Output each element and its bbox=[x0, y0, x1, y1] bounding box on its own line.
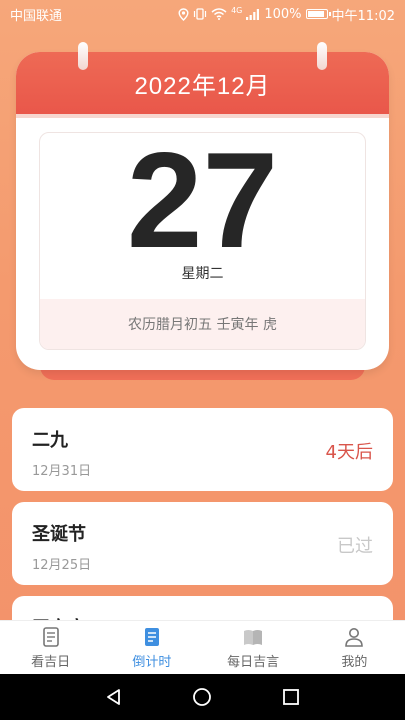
tab-label: 看吉日 bbox=[31, 654, 71, 670]
network-type-label: 4G bbox=[231, 5, 243, 15]
vibrate-icon bbox=[193, 8, 207, 20]
tab-label: 我的 bbox=[341, 654, 368, 670]
battery-percent: 100% bbox=[264, 6, 302, 22]
calendar-page: 27 星期二 农历腊月初五 壬寅年 虎 bbox=[39, 132, 366, 350]
tab-label: 倒计时 bbox=[132, 654, 172, 670]
calendar-card[interactable]: 2022年12月 27 星期二 农历腊月初五 壬寅年 虎 bbox=[16, 52, 389, 370]
item-title: 圣诞节 bbox=[32, 524, 86, 545]
signal-icon bbox=[246, 8, 260, 20]
location-icon bbox=[178, 7, 189, 21]
recent-apps-icon[interactable] bbox=[281, 687, 301, 707]
document-icon bbox=[42, 626, 59, 647]
list-document-icon bbox=[144, 627, 159, 646]
item-status: 4天后 bbox=[325, 442, 373, 463]
calendar-widget: 2022年12月 27 星期二 农历腊月初五 壬寅年 虎 bbox=[16, 42, 389, 382]
home-icon[interactable] bbox=[192, 687, 212, 707]
item-date: 12月31日 bbox=[32, 464, 92, 479]
calendar-month-title: 2022年12月 bbox=[16, 52, 389, 114]
item-date: 12月25日 bbox=[32, 558, 92, 573]
item-title: 二九 bbox=[32, 430, 68, 451]
day-number: 27 bbox=[126, 132, 279, 276]
book-icon bbox=[244, 629, 263, 645]
person-icon bbox=[345, 627, 364, 647]
calendar-header-strip bbox=[16, 114, 389, 118]
calendar-ring-right bbox=[317, 42, 327, 70]
system-nav-bar bbox=[0, 674, 405, 720]
carrier-label: 中国联通 bbox=[10, 8, 63, 24]
clock: 中午11:02 bbox=[331, 8, 395, 24]
item-status: 已过 bbox=[337, 536, 373, 557]
wifi-icon bbox=[211, 8, 227, 20]
list-item[interactable]: 二九 12月31日 4天后 bbox=[12, 408, 393, 491]
status-bar: 中国联通 4G 100% 中午11:02 bbox=[0, 0, 405, 28]
tab-countdown[interactable]: 倒计时 bbox=[101, 621, 202, 674]
weekday-label: 星期二 bbox=[181, 266, 224, 282]
bottom-nav: 看吉日 倒计时 每日吉言 我的 bbox=[0, 620, 405, 674]
back-icon[interactable] bbox=[104, 687, 124, 707]
tab-profile[interactable]: 我的 bbox=[304, 621, 405, 674]
calendar-ring-left bbox=[78, 42, 88, 70]
lunar-date: 农历腊月初五 壬寅年 虎 bbox=[40, 299, 365, 349]
tab-label: 每日吉言 bbox=[227, 654, 280, 670]
battery-icon bbox=[305, 9, 331, 19]
tab-daily-quote[interactable]: 每日吉言 bbox=[203, 621, 304, 674]
status-icons: 4G 100% 中午11:02 bbox=[178, 5, 395, 24]
list-item[interactable]: 圣诞节 12月25日 已过 bbox=[12, 502, 393, 585]
tab-kan-ji-ri[interactable]: 看吉日 bbox=[0, 621, 101, 674]
